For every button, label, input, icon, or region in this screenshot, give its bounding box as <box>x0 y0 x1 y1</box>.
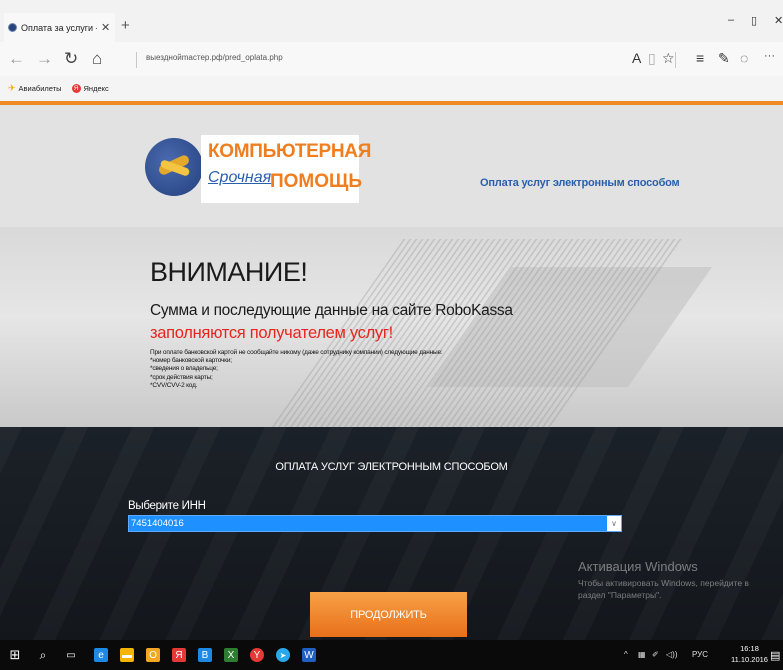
forward-icon[interactable]: → <box>36 49 53 69</box>
tray-chevron-icon[interactable]: ^ <box>624 650 628 659</box>
banner-title: ВНИМАНИЕ! <box>150 257 308 287</box>
web-note-icon[interactable]: ✎ <box>718 50 730 67</box>
telegram-icon[interactable]: ➤ <box>276 648 290 662</box>
yandex-icon: Я <box>71 84 81 93</box>
header-tagline: Оплата услуг электронным способом <box>480 177 680 189</box>
yandex-app-icon[interactable]: Я <box>172 648 186 662</box>
banner-note: *сведения о владельце; <box>150 365 218 373</box>
banner-note: *номер банковской карточки; <box>150 357 232 365</box>
tab-title: Оплата за услуги - Вые <box>21 22 97 33</box>
browser-window: Оплата за услуги - Вые ✕ + – ▯ ✕ ← → ↻ ⌂… <box>0 0 783 640</box>
file-explorer-icon[interactable]: ▬ <box>120 648 134 662</box>
outlook-icon[interactable]: O <box>146 648 160 662</box>
start-icon[interactable]: ⊞ <box>8 647 22 662</box>
home-icon[interactable]: ⌂ <box>92 49 102 69</box>
site-logo[interactable]: КОМПЬЮТЕРНАЯ Срочная ПОМОЩЬ <box>201 135 371 203</box>
back-icon[interactable]: ← <box>8 49 25 69</box>
banner-line1: Сумма и последующие данные на сайте Robo… <box>150 302 513 319</box>
minimize-icon[interactable]: – <box>728 14 734 26</box>
clock-date: 11.10.2016 <box>731 655 768 664</box>
favorite-avia[interactable]: ✈ Авиабилеты <box>8 83 62 94</box>
banner-note: *срок действия карты; <box>150 373 213 381</box>
hub-icon[interactable]: ≡ <box>696 50 704 66</box>
maximize-icon[interactable]: ▯ <box>751 14 757 27</box>
new-tab-icon[interactable]: + <box>121 17 130 34</box>
toolbar-separator <box>675 52 676 68</box>
plane-icon: ✈ <box>8 83 16 93</box>
address-bar[interactable]: выезднойmaстер.рф/pred_oplata.php <box>146 53 283 62</box>
banner-line2: заполняются получателем услуг! <box>150 324 393 342</box>
continue-button[interactable]: ПРОДОЛЖИТЬ <box>310 592 467 637</box>
share-icon[interactable]: ◌ <box>740 50 748 66</box>
refresh-icon[interactable]: ↻ <box>64 49 78 69</box>
reading-list-icon[interactable]: ▯ <box>648 50 656 67</box>
tab-payment[interactable]: Оплата за услуги - Вые ✕ <box>4 13 115 42</box>
volume-icon[interactable]: ◁)) <box>666 650 677 659</box>
more-icon[interactable]: ··· <box>764 50 775 62</box>
network-icon[interactable]: ▦ <box>638 650 646 659</box>
favorite-star-icon[interactable]: ☆ <box>662 50 675 67</box>
site-header: КОМПЬЮТЕРНАЯ Срочная ПОМОЩЬ Оплата услуг… <box>0 105 783 227</box>
chevron-down-icon[interactable]: ∨ <box>607 516 621 531</box>
yandex-browser-icon[interactable]: Y <box>250 648 264 662</box>
windows-taskbar: ⊞ ⌕ ▭ e ▬ O Я В X Y ➤ W ^ ▦ ✐ ◁)) РУС 16… <box>0 640 783 670</box>
banner-note: *CVV/CVV-2 код. <box>150 381 198 389</box>
address-separator <box>136 52 137 68</box>
payment-form-section: ОПЛАТА УСЛУГ ЭЛЕКТРОННЫМ СПОСОБОМ Выбери… <box>0 427 783 640</box>
clock[interactable]: 16:18 11.10.2016 <box>731 643 768 665</box>
favorites-bar: ✈ Авиабилеты Я Яндекс <box>0 76 783 101</box>
form-title: ОПЛАТА УСЛУГ ЭЛЕКТРОННЫМ СПОСОБОМ <box>275 461 508 473</box>
navigation-bar: ← → ↻ ⌂ выезднойmaстер.рф/pred_oplata.ph… <box>0 42 783 76</box>
favorite-label: Авиабилеты <box>18 84 62 93</box>
inn-select[interactable]: 7451404016 ∨ <box>128 515 622 532</box>
windows-activation-watermark: Активация Windows Чтобы активировать Win… <box>578 559 778 601</box>
word-icon[interactable]: W <box>302 648 316 662</box>
banner-notes: При оплате банковской картой не сообщайт… <box>150 349 443 390</box>
clock-time: 16:18 <box>740 644 759 653</box>
inn-label: Выберите ИНН <box>128 500 206 512</box>
close-tab-icon[interactable]: ✕ <box>101 21 110 34</box>
vk-icon[interactable]: В <box>198 648 212 662</box>
inn-selected-value: 7451404016 <box>131 518 184 529</box>
handshake-logo-icon[interactable] <box>145 138 203 196</box>
site-favicon-icon <box>8 23 17 32</box>
favorite-label: Яндекс <box>83 84 109 93</box>
search-icon[interactable]: ⌕ <box>36 648 50 662</box>
activation-title: Активация Windows <box>578 559 698 574</box>
favorite-yandex[interactable]: Я Яндекс <box>71 84 109 93</box>
activation-text: Чтобы активировать Windows, перейдите в … <box>578 578 749 600</box>
edge-icon[interactable]: e <box>94 648 108 662</box>
logo-line3: ПОМОЩЬ <box>270 171 363 192</box>
tab-strip: Оплата за услуги - Вые ✕ + – ▯ ✕ <box>0 0 783 42</box>
banner-note: При оплате банковской картой не сообщайт… <box>150 349 443 356</box>
logo-line1: КОМПЬЮТЕРНАЯ <box>208 141 372 162</box>
language-indicator[interactable]: РУС <box>692 650 708 659</box>
notification-center-icon[interactable]: ▤ <box>770 649 780 662</box>
warning-banner: ВНИМАНИЕ! Сумма и последующие данные на … <box>0 227 783 427</box>
close-window-icon[interactable]: ✕ <box>774 14 783 27</box>
reader-view-icon[interactable]: A <box>632 50 641 66</box>
logo-line2: Срочная <box>208 169 272 186</box>
excel-icon[interactable]: X <box>224 648 238 662</box>
pen-icon[interactable]: ✐ <box>652 650 659 659</box>
task-view-icon[interactable]: ▭ <box>64 648 78 662</box>
